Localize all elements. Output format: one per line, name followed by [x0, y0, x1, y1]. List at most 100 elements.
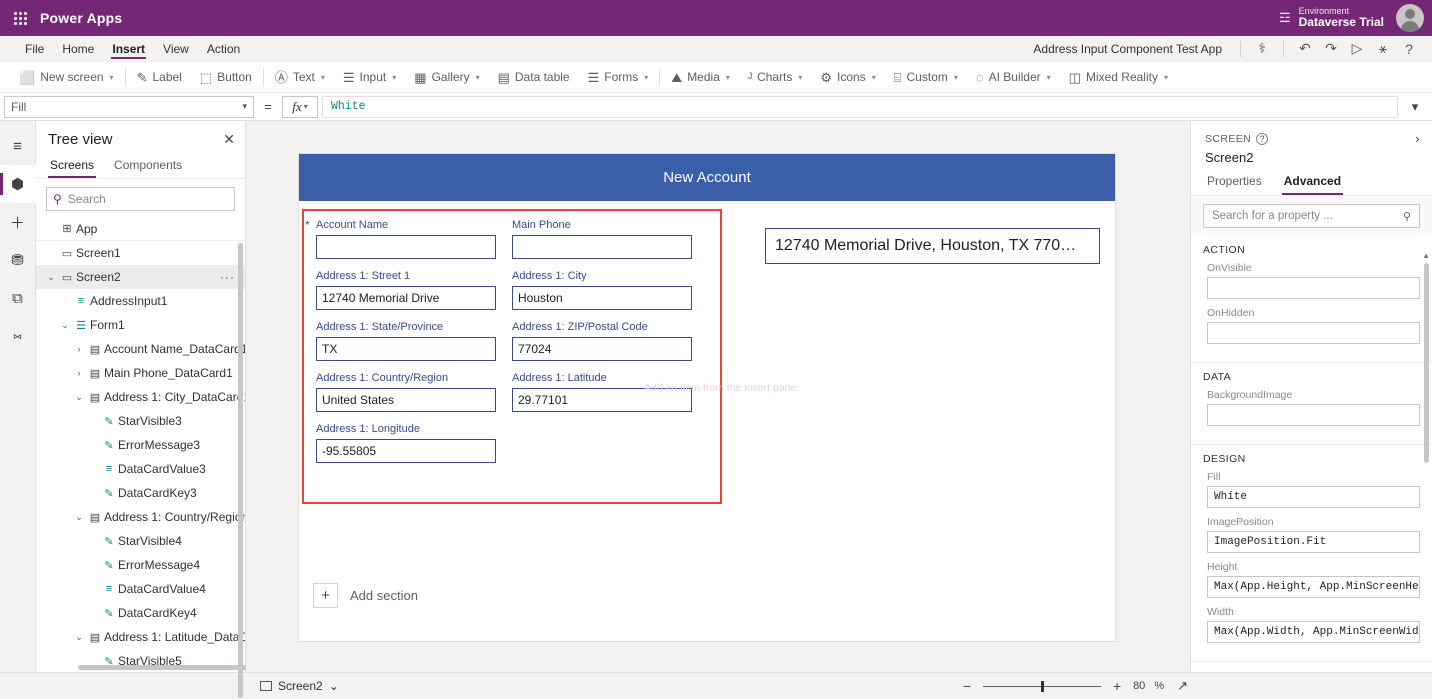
chevron-down-icon[interactable]: ▾	[392, 73, 396, 82]
property-field-input[interactable]	[1207, 277, 1420, 299]
zoom-slider[interactable]	[983, 686, 1101, 687]
tree-node[interactable]: ✎StarVisible4	[36, 529, 245, 553]
status-screen-selector[interactable]: Screen2 ⌄	[8, 679, 339, 693]
twisty-icon[interactable]: ⌄	[72, 392, 86, 403]
tree-node[interactable]: ⌄▭Screen2···	[36, 265, 245, 289]
property-field-input[interactable]: ImagePosition.Fit	[1207, 531, 1420, 553]
close-icon[interactable]: ✕	[223, 131, 235, 148]
search-input[interactable]: ⚲ Search	[46, 187, 235, 211]
ribbon-item-button[interactable]: ⬚Button	[191, 65, 261, 89]
tree-vertical-scrollbar[interactable]	[238, 243, 243, 698]
chevron-down-icon[interactable]: ▾	[644, 73, 648, 82]
ribbon-item-input[interactable]: ☰Input▾	[334, 65, 405, 89]
tree-node[interactable]: ⌄▤Address 1: Latitude_DataCard1	[36, 625, 245, 649]
chevron-down-icon[interactable]: ▾	[110, 73, 114, 82]
chevron-down-icon[interactable]: ▾	[872, 73, 876, 82]
zoom-in-button[interactable]: +	[1110, 678, 1124, 694]
chevron-down-icon[interactable]: ▾	[476, 73, 480, 82]
ribbon-item-text[interactable]: ⒶText▾	[266, 65, 334, 89]
redo-icon[interactable]: ↷	[1318, 38, 1344, 60]
stethoscope-icon[interactable]: ⚕	[1249, 38, 1275, 60]
chevron-down-icon[interactable]: ▾	[798, 73, 802, 82]
ribbon-item-ai-builder[interactable]: ◌AI Builder▾	[967, 65, 1060, 89]
property-field-input[interactable]	[1207, 322, 1420, 344]
tree-node[interactable]: ⌄▤Address 1: City_DataCard1	[36, 385, 245, 409]
add-section[interactable]: + Add section	[313, 583, 418, 608]
help-icon[interactable]: ?	[1396, 38, 1422, 60]
properties-tab-advanced[interactable]: Advanced	[1282, 171, 1343, 195]
ribbon-item-label[interactable]: ✎Label	[128, 65, 191, 89]
properties-scrollbar[interactable]	[1424, 263, 1429, 463]
collapse-pane-icon[interactable]: ›	[1415, 131, 1420, 146]
chevron-down-icon[interactable]: ▾	[726, 73, 730, 82]
ribbon-item-mixed-reality[interactable]: ◫Mixed Reality▾	[1060, 65, 1177, 89]
chevron-down-icon[interactable]: ▾	[1047, 73, 1051, 82]
app-canvas[interactable]: New Account *Account NameMain PhoneAddre…	[246, 121, 1190, 672]
property-field-input[interactable]: Max(App.Width, App.MinScreenWidth)	[1207, 621, 1420, 643]
menu-item-action[interactable]: Action	[198, 36, 249, 61]
ribbon-item-new-screen[interactable]: ⬜New screen▾	[10, 65, 123, 89]
help-icon[interactable]: ?	[1256, 133, 1268, 145]
insert-icon[interactable]: ＋	[0, 203, 36, 241]
twisty-icon[interactable]: ⌄	[44, 272, 58, 283]
ribbon-item-icons[interactable]: ⚙Icons▾	[811, 65, 884, 89]
property-select[interactable]: Fill ▾	[4, 96, 254, 118]
menu-item-view[interactable]: View	[154, 36, 198, 61]
fx-button[interactable]: fx ▾	[282, 96, 318, 118]
tree-node[interactable]: ≡AddressInput1	[36, 289, 245, 313]
data-icon[interactable]: ⛃	[0, 241, 36, 279]
menu-item-home[interactable]: Home	[53, 36, 103, 61]
ribbon-item-data-table[interactable]: ▤Data table	[489, 65, 579, 89]
chevron-down-icon[interactable]: ⌄	[329, 679, 339, 693]
property-search-input[interactable]: Search for a property ... ⚲	[1203, 204, 1420, 228]
play-preview-icon[interactable]: ▷	[1344, 38, 1370, 60]
twisty-icon[interactable]: ›	[72, 368, 86, 378]
fit-screen-icon[interactable]: ↗	[1177, 678, 1188, 694]
twisty-icon[interactable]: ⌄	[58, 320, 72, 331]
tree-node[interactable]: ≡DataCardValue3	[36, 457, 245, 481]
property-field-input[interactable]	[1207, 404, 1420, 426]
ribbon-item-forms[interactable]: ☰Forms▾	[579, 65, 658, 89]
tree-node[interactable]: ⌄▤Address 1: Country/Region_DataCard1	[36, 505, 245, 529]
formula-input[interactable]: White	[322, 96, 1398, 118]
chevron-down-icon[interactable]: ▾	[1164, 73, 1168, 82]
tree-node[interactable]: ✎DataCardKey3	[36, 481, 245, 505]
tree-view-icon[interactable]: ⬢	[0, 165, 36, 203]
twisty-icon[interactable]: ›	[72, 344, 86, 354]
avatar[interactable]	[1396, 4, 1424, 32]
hamburger-icon[interactable]: ≡	[0, 127, 36, 165]
menu-item-insert[interactable]: Insert	[103, 36, 154, 61]
ribbon-item-media[interactable]: ⛰Media▾	[662, 65, 739, 89]
ribbon-item-custom[interactable]: ⌸Custom▾	[885, 65, 967, 89]
property-field-input[interactable]: Max(App.Height, App.MinScreenHeight)	[1207, 576, 1420, 598]
ribbon-item-gallery[interactable]: ▦Gallery▾	[405, 65, 488, 89]
settings-icon[interactable]: ⑅	[0, 317, 36, 355]
tree-node[interactable]: ✎ErrorMessage3	[36, 433, 245, 457]
twisty-icon[interactable]: ⌄	[72, 512, 86, 523]
share-icon[interactable]: ⚹	[1370, 38, 1396, 60]
chevron-down-icon[interactable]: ▾	[321, 73, 325, 82]
waffle-icon[interactable]	[0, 12, 40, 25]
tree-horizontal-scrollbar[interactable]	[78, 665, 248, 670]
twisty-icon[interactable]: ⌄	[72, 632, 86, 643]
chevron-down-icon[interactable]: ▾	[954, 73, 958, 82]
tree-tab-components[interactable]: Components	[112, 154, 184, 178]
environment-selector[interactable]: ☲ Environment Dataverse Trial	[1279, 6, 1396, 30]
tree-node[interactable]: ›▤Account Name_DataCard1	[36, 337, 245, 361]
tree-node[interactable]: ✎DataCardKey4	[36, 601, 245, 625]
ribbon-item-charts[interactable]: ᴶCharts▾	[739, 65, 811, 89]
tree-node[interactable]: ⊞App	[36, 217, 245, 241]
screen-canvas[interactable]: New Account *Account NameMain PhoneAddre…	[299, 154, 1115, 641]
brand-title[interactable]: Power Apps	[40, 10, 122, 26]
zoom-slider-thumb[interactable]	[1041, 681, 1044, 692]
form-selection-outline[interactable]	[302, 209, 722, 504]
tree-node[interactable]: ›▤Main Phone_DataCard1	[36, 361, 245, 385]
app-name[interactable]: Address Input Component Test App	[1033, 42, 1232, 56]
tree-node[interactable]: ≡DataCardValue4	[36, 577, 245, 601]
menu-item-file[interactable]: File	[16, 36, 53, 61]
tree-tab-screens[interactable]: Screens	[48, 154, 96, 178]
scroll-up-icon[interactable]: ▲	[1422, 251, 1430, 260]
address-input-control[interactable]: 12740 Memorial Drive, Houston, TX 770…	[765, 228, 1100, 264]
tree-node[interactable]: ✎StarVisible3	[36, 409, 245, 433]
zoom-out-button[interactable]: −	[960, 678, 974, 694]
